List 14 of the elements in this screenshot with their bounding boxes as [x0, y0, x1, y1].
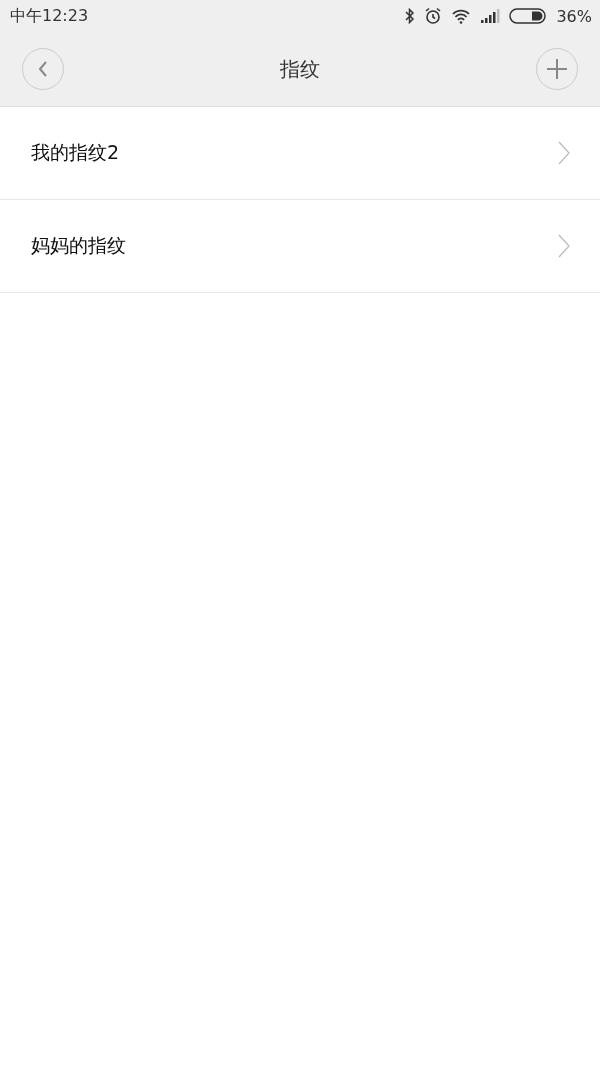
- bluetooth-icon: [405, 8, 416, 24]
- back-icon: [36, 59, 50, 79]
- wifi-icon: [451, 8, 472, 24]
- battery-percent: 36%: [556, 6, 592, 26]
- alarm-icon: [424, 7, 443, 25]
- status-time: 中午12:23: [10, 5, 89, 27]
- chevron-icon: [558, 141, 570, 165]
- signal-icon: [480, 9, 501, 23]
- battery-icon: [509, 8, 548, 24]
- chevron-icon: [558, 234, 570, 258]
- list-item[interactable]: 妈妈的指纹: [0, 200, 600, 293]
- page-title: 指纹: [280, 55, 320, 83]
- plus-icon: [546, 58, 568, 80]
- list-item[interactable]: 我的指纹2: [0, 107, 600, 200]
